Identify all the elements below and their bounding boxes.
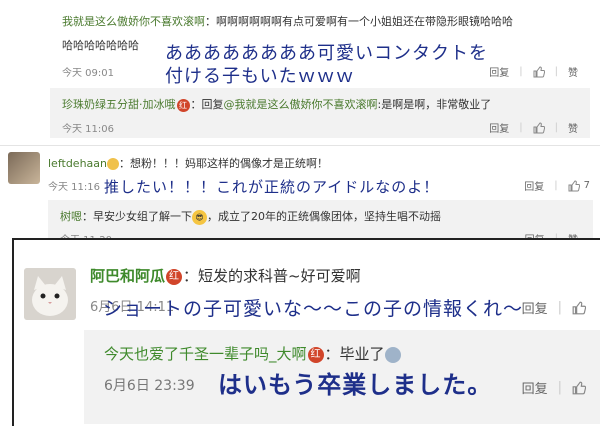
comment-1-reply-button[interactable]: 回复 (489, 64, 509, 79)
reply-3-text: ：毕业了 (324, 345, 385, 363)
comment-3-text: ：短发的求科普~好可爱啊 (183, 267, 361, 285)
comment-3-reply-button[interactable]: 回复 (522, 298, 548, 317)
emoji-icon (107, 158, 119, 170)
divider (0, 145, 600, 146)
comment-1-text-continued: 哈哈哈哈哈哈哈 (62, 39, 139, 52)
comment-1-translation-line2: 付ける子もいたｗｗｗ (165, 66, 355, 87)
thumbs-up-icon[interactable] (533, 121, 545, 134)
comment-1-text: ：啊啊啊啊啊啊有点可爱啊有一个小姐姐还在带隐形眼镜哈哈哈 (205, 15, 513, 28)
crying-emoji-icon (384, 346, 401, 363)
reply-1-username[interactable]: 珍珠奶绿五分甜·加冰哦 (62, 98, 176, 111)
reply-3-translation: はいもう卒業しました。 (218, 371, 493, 399)
comment-1: 我就是这么傲娇你不喜欢滚啊：啊啊啊啊啊啊有点可爱啊有一个小姐姐还在带隐形眼镜哈哈… (62, 13, 582, 29)
reply-2-username[interactable]: 树嗯 (60, 210, 82, 223)
avatar[interactable] (8, 152, 40, 184)
thumbs-up-icon[interactable] (572, 301, 586, 315)
comment-2-text: ：想粉！！！妈耶这样的偶像才是正统啊！ (119, 157, 328, 170)
comment-3-translation: ショートの子可愛いな～～この子の情報くれ～ (103, 298, 524, 320)
comment-2-time: 今天 11:16 (48, 182, 100, 193)
thumbs-up-icon[interactable] (533, 65, 545, 78)
sunglasses-emoji-icon: 😎 (192, 209, 207, 225)
reply-1-text-continued: :是啊是啊，非常敬业了 (377, 98, 492, 111)
thumbs-up-icon[interactable] (568, 179, 580, 192)
comment-2-like-count: 7 (583, 180, 590, 191)
level-badge-icon: 红 (166, 268, 183, 285)
reply-1-time: 今天 11:06 (62, 124, 114, 135)
reply-3-actions: 回复 | (522, 378, 586, 397)
reply-3-username[interactable]: 今天也爱了千圣一辈子吗_大啊 (104, 345, 307, 363)
comment-3-username[interactable]: 阿巴和阿瓜 (90, 267, 165, 285)
comment-2-username[interactable]: leftdehaan (48, 157, 107, 170)
level-badge-icon: 红 (307, 346, 324, 363)
comment-2-translation: 推したい！！！これが正統のアイドルなのよ！ (104, 178, 440, 196)
reply-2-text: ：早安少女组了解一下 (82, 210, 192, 223)
level-badge-icon: 红 (176, 98, 190, 112)
reply-1-reply-button[interactable]: 回复 (489, 120, 509, 135)
comment-3: 阿巴和阿瓜红：短发的求科普~好可爱啊 (90, 265, 361, 286)
avatar[interactable] (24, 268, 76, 320)
comment-1-actions: 回复 | | 赞 (489, 64, 578, 79)
comment-2: leftdehaan ：想粉！！！妈耶这样的偶像才是正统啊！ (48, 155, 328, 171)
reply-3-time: 6月6日 23:39 (104, 378, 195, 394)
reply-1-actions: 回复 | | 赞 (489, 120, 578, 135)
comment-3-actions: 回复 | (522, 298, 586, 317)
reply-2: 树嗯：早安少女组了解一下 😎 ，成立了20年的正统偶像团体，坚持生唱不动摇 (60, 208, 441, 225)
comment-1-username[interactable]: 我就是这么傲娇你不喜欢滚啊 (62, 15, 205, 28)
reply-1: 珍珠奶绿五分甜·加冰哦红：回复@我就是这么傲娇你不喜欢滚啊:是啊是啊，非常敬业了 (62, 96, 491, 112)
reply-3-reply-button[interactable]: 回复 (522, 378, 548, 397)
thumbs-up-icon[interactable] (572, 381, 586, 395)
reply-2-text-continued: ，成立了20年的正统偶像团体，坚持生唱不动摇 (207, 210, 441, 223)
cat-avatar-icon (24, 268, 76, 320)
comment-2-reply-button[interactable]: 回复 (524, 178, 544, 193)
comment-2-actions: 回复 | 7 (524, 178, 590, 193)
reply-3: 今天也爱了千圣一辈子吗_大啊红：毕业了 (104, 343, 401, 364)
comment-1-like-label[interactable]: 赞 (568, 64, 578, 79)
comment-1-time: 今天 09:01 (62, 68, 114, 79)
reply-1-text: ：回复 (190, 98, 224, 111)
reply-1-mention[interactable]: @我就是这么傲娇你不喜欢滚啊 (224, 98, 378, 111)
reply-1-like-label[interactable]: 赞 (568, 120, 578, 135)
